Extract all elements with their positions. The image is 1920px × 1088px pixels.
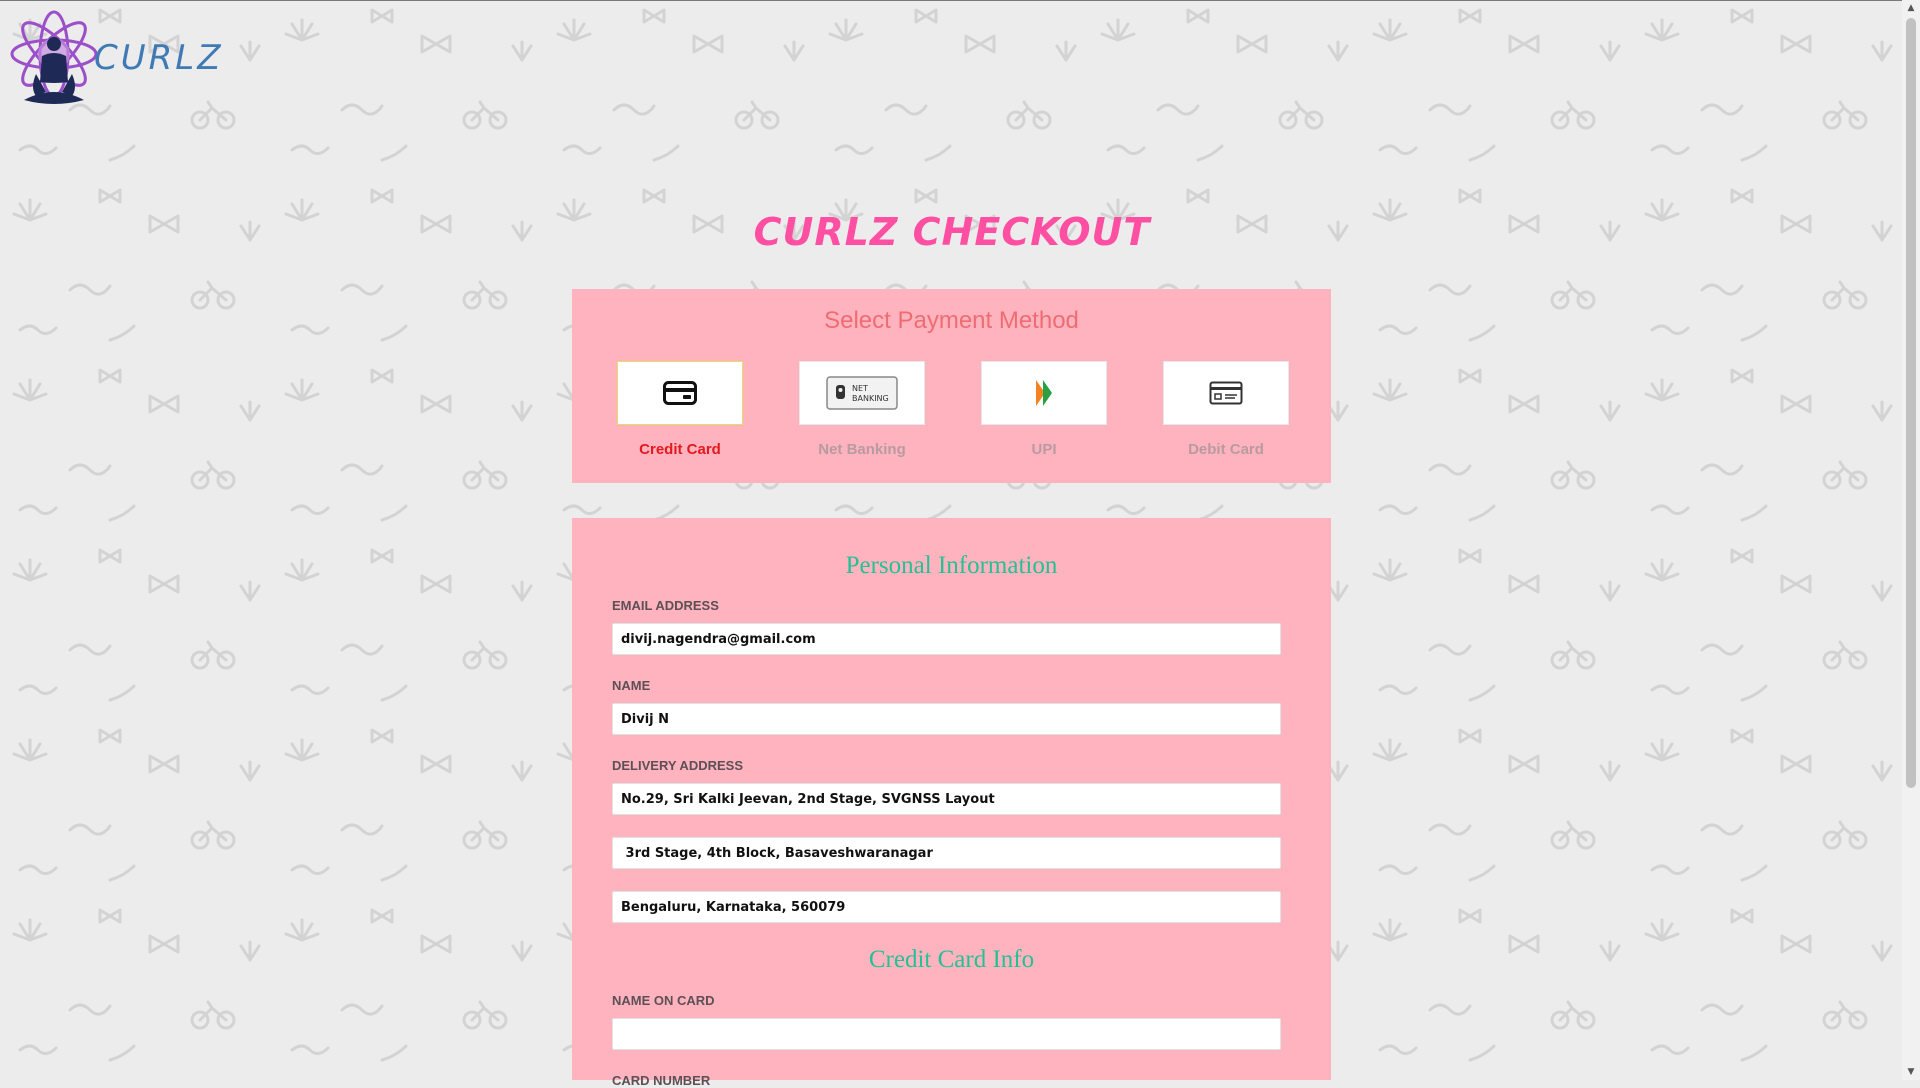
name-on-card-field[interactable]	[612, 1018, 1281, 1050]
scroll-up-arrow-icon[interactable]: ▲	[1906, 3, 1916, 13]
svg-text:NET: NET	[852, 384, 868, 393]
payment-method-title: Select Payment Method	[824, 307, 1079, 334]
credit-card-label[interactable]: Credit Card	[617, 441, 743, 458]
debit-card-icon	[1209, 381, 1243, 405]
page-scrollbar[interactable]: ▲ ▼	[1902, 0, 1920, 1080]
svg-text:BANKING: BANKING	[852, 394, 889, 403]
address-line1-field[interactable]	[612, 783, 1281, 815]
net-banking-option-button[interactable]: NET BANKING	[799, 361, 925, 425]
credit-card-option-button[interactable]	[617, 361, 743, 425]
upi-label[interactable]: UPI	[981, 441, 1107, 458]
debit-card-option-button[interactable]	[1163, 361, 1289, 425]
delivery-address-label: DELIVERY ADDRESS	[612, 758, 743, 773]
card-number-label: CARD NUMBER	[612, 1073, 711, 1088]
brand-logo[interactable]: CURLZ	[6, 4, 220, 112]
payment-method-upi[interactable]: UPI	[981, 361, 1107, 458]
name-label: NAME	[612, 678, 651, 693]
payment-method-credit-card[interactable]: Credit Card	[617, 361, 743, 458]
credit-card-info-title: Credit Card Info	[868, 946, 1035, 973]
window-top-border	[0, 0, 1920, 1]
address-line2-field[interactable]	[612, 837, 1281, 869]
address-line3-field[interactable]	[612, 891, 1281, 923]
net-banking-label[interactable]: Net Banking	[799, 441, 925, 458]
email-field[interactable]	[612, 623, 1281, 655]
scrollbar-thumb[interactable]	[1906, 18, 1916, 788]
checkout-form-panel: Personal Information EMAIL ADDRESS NAME …	[572, 518, 1331, 1088]
debit-card-label[interactable]: Debit Card	[1163, 441, 1289, 458]
email-label: EMAIL ADDRESS	[612, 598, 719, 613]
name-on-card-label: NAME ON CARD	[612, 993, 715, 1008]
net-banking-icon: NET BANKING	[826, 376, 898, 410]
name-field[interactable]	[612, 703, 1281, 735]
payment-method-net-banking[interactable]: NET BANKING Net Banking	[799, 361, 925, 458]
personal-information-title: Personal Information	[845, 552, 1058, 579]
upi-icon	[1036, 380, 1052, 406]
credit-card-icon	[663, 381, 697, 405]
payment-method-debit-card[interactable]: Debit Card	[1163, 361, 1289, 458]
upi-option-button[interactable]	[981, 361, 1107, 425]
payment-method-panel: Select Payment Method Credit Card NET BA…	[572, 289, 1331, 483]
logo-text: CURLZ	[94, 38, 224, 78]
page-title: CURLZ CHECKOUT	[753, 210, 1151, 254]
scroll-down-arrow-icon[interactable]: ▼	[1906, 1067, 1916, 1077]
meditation-lotus-logo-icon	[10, 10, 98, 104]
